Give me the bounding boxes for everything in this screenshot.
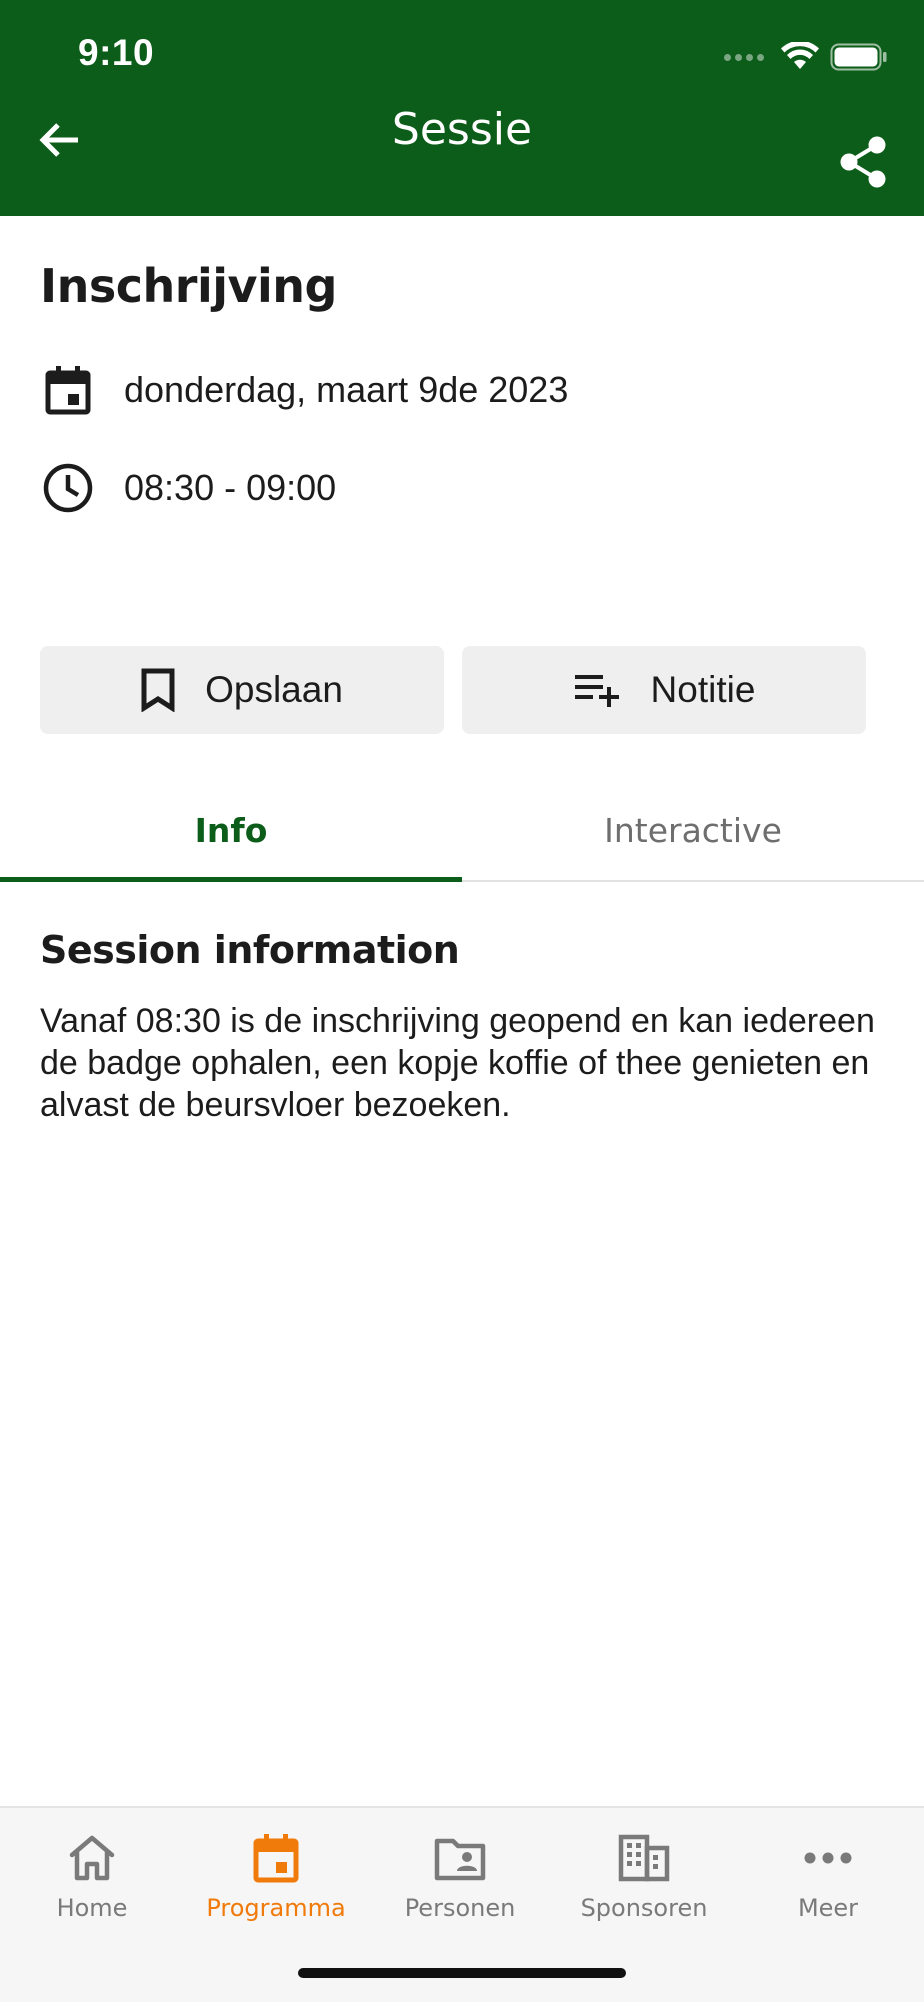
nav-item-programma[interactable]: Programma xyxy=(184,1830,368,1922)
session-date-row: donderdag, maart 9de 2023 xyxy=(40,360,568,420)
nav-label-meer: Meer xyxy=(797,1894,859,1922)
save-button-label: Opslaan xyxy=(205,669,343,710)
session-title: Inschrijving xyxy=(40,259,337,313)
session-tabs: Info Interactive xyxy=(0,780,924,882)
building-icon xyxy=(616,1830,672,1886)
cellular-signal-icon xyxy=(724,53,764,61)
more-dots-icon xyxy=(800,1830,856,1886)
playlist-add-icon xyxy=(573,672,621,708)
tab-interactive[interactable]: Interactive xyxy=(462,780,924,880)
status-time: 9:10 xyxy=(78,32,155,73)
app-header: 9:10 Sessie xyxy=(0,0,924,216)
nav-label-sponsoren: Sponsoren xyxy=(580,1894,708,1922)
session-date: donderdag, maart 9de 2023 xyxy=(124,369,569,410)
status-indicators xyxy=(724,40,888,74)
note-button[interactable]: Notitie xyxy=(462,646,866,734)
active-tab-indicator xyxy=(0,877,462,882)
wifi-icon xyxy=(781,42,819,69)
share-button[interactable] xyxy=(838,135,888,189)
clock-icon xyxy=(40,460,96,516)
tab-info[interactable]: Info xyxy=(0,780,462,880)
battery-icon xyxy=(830,43,887,71)
contacts-folder-icon xyxy=(432,1830,488,1886)
session-time: 08:30 - 09:00 xyxy=(124,467,337,508)
nav-label-personen: Personen xyxy=(404,1894,516,1922)
nav-item-home[interactable]: Home xyxy=(0,1830,184,1922)
bookmark-icon xyxy=(141,668,175,712)
share-icon xyxy=(840,136,886,188)
home-indicator[interactable] xyxy=(298,1968,626,1978)
page-title: Sessie xyxy=(391,104,533,155)
save-button[interactable]: Opslaan xyxy=(40,646,444,734)
home-icon xyxy=(64,1830,120,1886)
note-button-label: Notitie xyxy=(650,669,756,710)
session-info-heading: Session information xyxy=(40,928,460,972)
nav-item-personen[interactable]: Personen xyxy=(368,1830,552,1922)
session-info-body: Vanaf 08:30 is de inschrijving geopend e… xyxy=(40,1002,875,1124)
session-time-row: 08:30 - 09:00 xyxy=(40,458,336,518)
calendar-icon xyxy=(40,362,96,418)
nav-item-meer[interactable]: Meer xyxy=(736,1830,920,1922)
nav-label-home: Home xyxy=(56,1894,128,1922)
nav-item-sponsoren[interactable]: Sponsoren xyxy=(552,1830,736,1922)
calendar-icon xyxy=(248,1830,304,1886)
nav-label-programma: Programma xyxy=(206,1894,346,1922)
